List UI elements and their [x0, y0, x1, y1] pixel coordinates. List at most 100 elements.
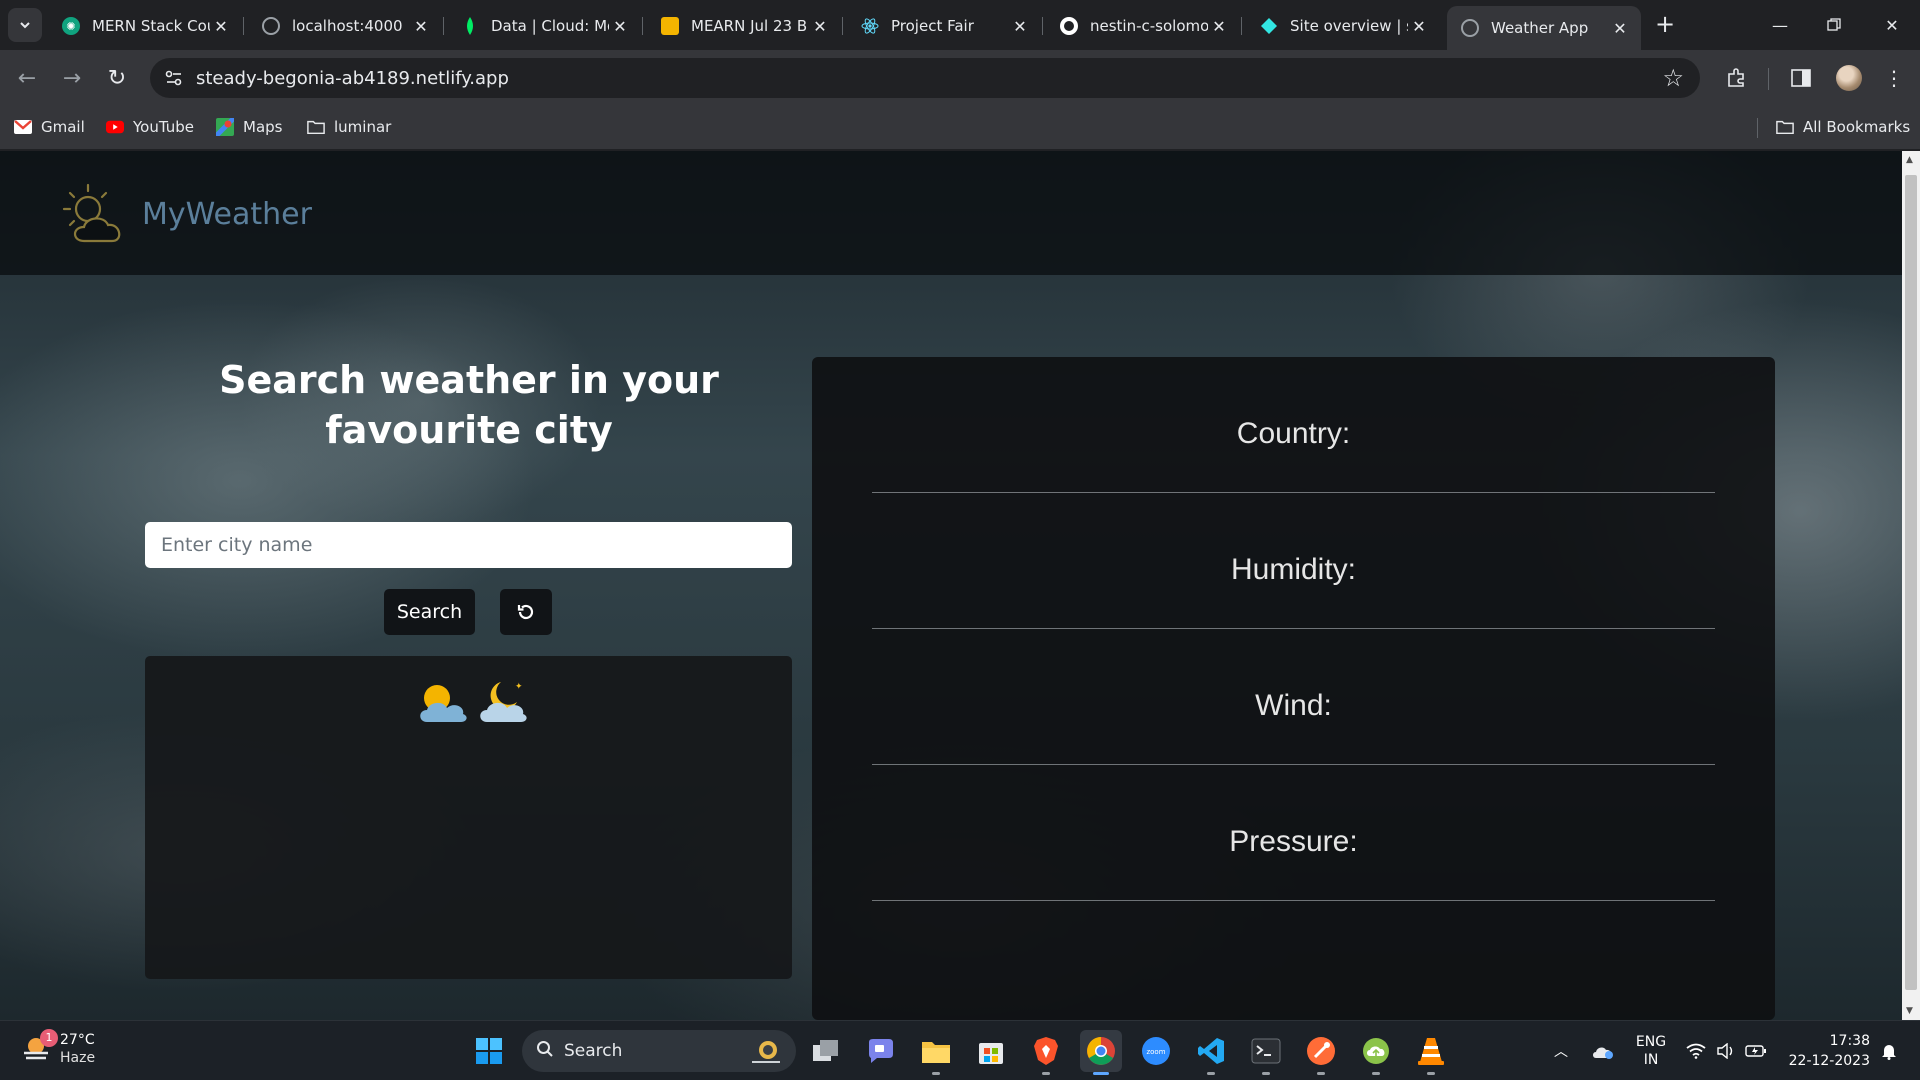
task-view-icon [813, 1040, 838, 1061]
clock-time: 17:38 [1829, 1033, 1870, 1049]
profile-avatar[interactable] [1836, 65, 1862, 91]
terminal-app[interactable] [1245, 1030, 1287, 1075]
search-button[interactable]: Search [384, 589, 475, 635]
taskbar-weather-widget[interactable]: 1 27°C Haze [20, 1029, 95, 1067]
folder-icon [307, 119, 325, 135]
close-icon[interactable]: ✕ [210, 17, 232, 36]
url-text: steady-begonia-ab4189.netlify.app [196, 68, 509, 89]
maps-icon [216, 118, 234, 136]
scroll-up-arrow-icon[interactable]: ▲ [1906, 155, 1913, 165]
battery-tray[interactable] [1742, 1021, 1770, 1080]
moon-behind-cloud-icon: ✦ [480, 682, 527, 722]
system-clock[interactable]: 17:38 22-12-2023 [1780, 1031, 1870, 1071]
tab-weather-app[interactable]: Weather App ✕ [1447, 6, 1641, 50]
reload-icon: ↻ [107, 65, 127, 91]
chatgpt-icon: ✺ [62, 17, 80, 35]
minimize-button[interactable]: — [1752, 0, 1808, 50]
onedrive-tray[interactable] [1588, 1021, 1618, 1080]
svg-text:✦: ✦ [515, 682, 523, 692]
tab-netlify[interactable]: Site overview | st ✕ [1246, 8, 1440, 44]
back-button[interactable]: ← [10, 61, 44, 95]
forward-button[interactable]: → [55, 61, 89, 95]
taskbar-search-label: Search [564, 1041, 623, 1061]
bookmark-gmail[interactable]: Gmail [14, 118, 85, 136]
brand-logo[interactable]: MyWeather [58, 181, 312, 247]
extensions-icon[interactable] [1722, 64, 1750, 92]
bookmark-folder-luminar[interactable]: luminar [307, 118, 391, 136]
site-header: MyWeather [0, 151, 1902, 275]
google-slides-icon [661, 17, 679, 35]
country-label: Country: [1236, 417, 1351, 450]
close-icon[interactable]: ✕ [609, 17, 631, 36]
vscode-app[interactable] [1190, 1030, 1232, 1075]
city-search-input[interactable] [145, 522, 792, 568]
file-explorer-app[interactable] [915, 1030, 957, 1075]
tab-search-button[interactable] [8, 8, 42, 42]
minimize-icon: — [1772, 15, 1788, 35]
menu-kebab-icon[interactable]: ⋮ [1880, 64, 1908, 92]
address-bar[interactable]: steady-begonia-ab4189.netlify.app ☆ [150, 58, 1700, 98]
bookmark-youtube[interactable]: YouTube [106, 118, 194, 136]
bookmark-star-icon[interactable]: ☆ [1662, 64, 1684, 92]
reload-button[interactable]: ↻ [100, 61, 134, 95]
detail-row-humidity: Humidity: [872, 493, 1715, 629]
cloud-app[interactable] [1355, 1030, 1397, 1075]
weather-temp: 27°C [60, 1032, 95, 1048]
close-icon[interactable]: ✕ [1408, 17, 1430, 36]
tab-github[interactable]: nestin-c-solomo ✕ [1046, 8, 1242, 44]
close-icon[interactable]: ✕ [1609, 19, 1631, 38]
globe-icon [1461, 19, 1479, 37]
close-icon[interactable]: ✕ [410, 17, 432, 36]
scroll-down-arrow-icon[interactable]: ▼ [1906, 1006, 1913, 1016]
detail-row-wind: Wind: [872, 629, 1715, 765]
tab-project-fair[interactable]: Project Fair ✕ [847, 8, 1043, 44]
all-bookmarks-button[interactable]: All Bookmarks [1776, 118, 1910, 136]
start-button[interactable] [468, 1030, 510, 1072]
wifi-tray[interactable] [1682, 1021, 1710, 1080]
arrow-right-icon: → [62, 65, 82, 91]
tab-localhost[interactable]: localhost:4000 ✕ [248, 8, 444, 44]
store-icon [979, 1043, 1003, 1064]
pressure-label: Pressure: [1229, 825, 1358, 858]
new-tab-button[interactable]: + [1650, 10, 1680, 40]
taskbar-search[interactable]: Search [522, 1030, 796, 1072]
refresh-icon [517, 604, 534, 620]
volume-tray[interactable] [1712, 1021, 1740, 1080]
chevron-up-icon: ︿ [1554, 1044, 1568, 1060]
show-hidden-icons-button[interactable]: ︿ [1548, 1021, 1574, 1080]
notifications-button[interactable] [1874, 1021, 1904, 1080]
close-icon[interactable]: ✕ [1208, 17, 1230, 36]
tab-mongodb-data[interactable]: Data | Cloud: Mo ✕ [447, 8, 643, 44]
terminal-icon [1251, 1038, 1281, 1064]
github-icon [1060, 17, 1078, 35]
postman-app[interactable] [1300, 1030, 1342, 1075]
wifi-icon [1686, 1043, 1706, 1059]
restore-button[interactable] [1806, 0, 1862, 50]
bookmark-maps[interactable]: Maps [216, 118, 282, 136]
close-icon: ✕ [1885, 15, 1899, 35]
chrome-app[interactable] [1080, 1030, 1122, 1075]
globe-icon [262, 17, 280, 35]
zoom-app[interactable]: zoom [1135, 1030, 1177, 1072]
tab-mern-stack[interactable]: ✺ MERN Stack Cou ✕ [48, 8, 244, 44]
close-window-button[interactable]: ✕ [1864, 0, 1920, 50]
folder-icon [1776, 119, 1794, 135]
vscode-icon [1198, 1038, 1224, 1064]
close-icon[interactable]: ✕ [809, 17, 831, 36]
side-panel-icon[interactable] [1787, 64, 1815, 92]
reset-button[interactable] [500, 589, 552, 635]
site-info-icon[interactable] [164, 68, 184, 88]
tab-mearn-slides[interactable]: MEARN Jul 23 B ✕ [647, 8, 843, 44]
close-icon[interactable]: ✕ [1009, 17, 1031, 36]
microsoft-store-app[interactable] [970, 1030, 1012, 1072]
teams-chat-app[interactable] [860, 1030, 902, 1072]
postman-icon [1307, 1037, 1335, 1065]
task-view-button[interactable] [805, 1030, 847, 1072]
react-icon [861, 17, 879, 35]
vlc-app[interactable] [1410, 1030, 1452, 1075]
brave-app[interactable] [1025, 1030, 1067, 1075]
input-language[interactable]: ENG IN [1628, 1021, 1674, 1080]
page-scrollbar[interactable]: ▲ ▼ [1902, 151, 1920, 1020]
windows-logo-icon [476, 1038, 502, 1064]
scrollbar-thumb[interactable] [1905, 175, 1917, 990]
